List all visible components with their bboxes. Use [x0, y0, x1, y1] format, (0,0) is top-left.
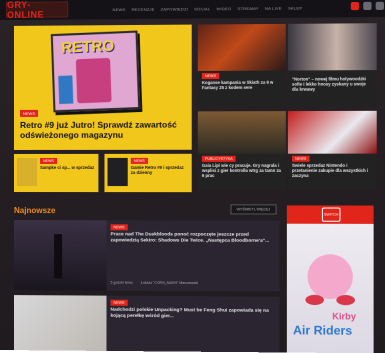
article-tile[interactable]: "Norton" – nowej filmu holywoodzki sofie…	[288, 23, 377, 107]
nav-item[interactable]: WIDEO	[216, 6, 231, 11]
magazine-cover-image: RETRO	[51, 31, 140, 113]
article-title[interactable]: Prace nad The Duskbloods ponoć rozpoczęt…	[111, 232, 274, 245]
menu-icon[interactable]	[376, 2, 384, 10]
article-title[interactable]: Swiele sprzedaz Nintendo i przetanienie …	[292, 163, 373, 178]
nav-item[interactable]: STREAMY	[237, 5, 258, 10]
hero-badge: NEWS	[20, 110, 38, 117]
article-title[interactable]: Sampke ci sp... w sprzedaz	[40, 165, 94, 170]
ad-header: SWITCH 2	[287, 205, 374, 223]
article-image	[288, 111, 377, 154]
advertisement[interactable]: SWITCH 2 Kirby Air Riders	[287, 205, 374, 353]
article-badge: NEWS	[40, 158, 57, 164]
magazine-art	[76, 58, 112, 104]
article-badge: NEWS	[111, 300, 128, 306]
nav-item[interactable]: SKLEP	[288, 5, 302, 10]
article-title[interactable]: Gamie Retro #9 i sprzedaz za dzienny	[131, 165, 188, 175]
article-card[interactable]: NEWS Prace nad The Duskbloods ponoć rozp…	[14, 220, 280, 292]
search-icon[interactable]	[363, 2, 371, 10]
article-image	[288, 23, 377, 70]
figure-silhouette	[54, 234, 62, 278]
magazine-art	[58, 75, 73, 104]
page: GRY-ONLINE NEWS RECENZJE ZAPOWIEDZI SOCI…	[0, 0, 385, 353]
main-nav: NEWS RECENZJE ZAPOWIEDZI SOCIAL WIDEO ST…	[113, 5, 303, 12]
platform-logo: SWITCH 2	[322, 208, 341, 222]
article-image	[108, 158, 128, 186]
article-tile-small[interactable]: NEWS Gamie Retro #9 i sprzedaz za dzienn…	[104, 154, 191, 192]
ad-title-line2: Air Riders	[293, 323, 352, 338]
article-author[interactable]: Łukasz "CORN_MASH" Marczewski	[141, 281, 198, 285]
kirby-character	[307, 254, 352, 299]
nav-item[interactable]: ZAPOWIEDZI	[161, 6, 188, 11]
account-icon[interactable]	[351, 2, 359, 10]
site-logo[interactable]: GRY-ONLINE	[6, 1, 68, 18]
kirby-foot	[336, 295, 355, 305]
article-badge: NEWS	[131, 158, 148, 164]
nav-item[interactable]: RECENZJE	[132, 6, 155, 11]
article-title[interactable]: Nadchodzi polskie Unpacking? Must be Fen…	[111, 308, 274, 321]
article-badge: PUBLICYSTYKA	[202, 156, 236, 162]
article-title[interactable]: Koganse kampania w Skiath za 9 w Fantasy…	[202, 80, 282, 90]
show-more-button[interactable]: WYŚWIETL WIĘCEJ	[230, 204, 276, 214]
article-image	[198, 24, 286, 71]
kirby-foot	[305, 295, 324, 305]
article-tile-small[interactable]: NEWS Sampke ci sp... w sprzedaz	[14, 154, 98, 192]
article-card[interactable]: NEWS Nadchodzi polskie Unpacking? Must b…	[14, 295, 280, 352]
article-tile[interactable]: NEWS Swiele sprzedaz Nintendo i przetani…	[288, 111, 377, 190]
article-image	[198, 111, 286, 154]
article-tile[interactable]: PUBLICYSTYKA Gaia Lipi wie cy pracuje. G…	[198, 111, 286, 190]
article-time: 5 godzin temu	[111, 281, 133, 285]
article-title[interactable]: "Norton" – nowej filmu holywoodzki sofie…	[292, 76, 373, 92]
top-navigation: GRY-ONLINE NEWS RECENZJE ZAPOWIEDZI SOCI…	[0, 0, 385, 20]
nav-item[interactable]: NA LIVE	[265, 5, 282, 10]
hero-title[interactable]: Retro #9 już Jutro! Sprawdź zawartość od…	[20, 119, 190, 139]
ad-title-line1: Kirby	[332, 311, 356, 321]
article-badge: NEWS	[202, 73, 219, 79]
article-image	[14, 220, 106, 291]
magazine-title: RETRO	[61, 38, 114, 57]
nav-item[interactable]: NEWS	[113, 6, 126, 11]
nav-icons	[351, 2, 384, 10]
article-image	[17, 158, 37, 186]
section-title: Najnowsze	[14, 206, 55, 215]
article-image	[14, 295, 106, 351]
article-tile[interactable]: NEWS Koganse kampania w Skiath za 9 w Fa…	[198, 24, 286, 107]
article-title[interactable]: Gaia Lipi wie cy pracuje. Gry nagrala i …	[202, 163, 282, 178]
article-badge: NEWS	[111, 224, 128, 230]
nav-item[interactable]: SOCIAL	[194, 6, 210, 11]
article-badge: NEWS	[292, 156, 309, 162]
